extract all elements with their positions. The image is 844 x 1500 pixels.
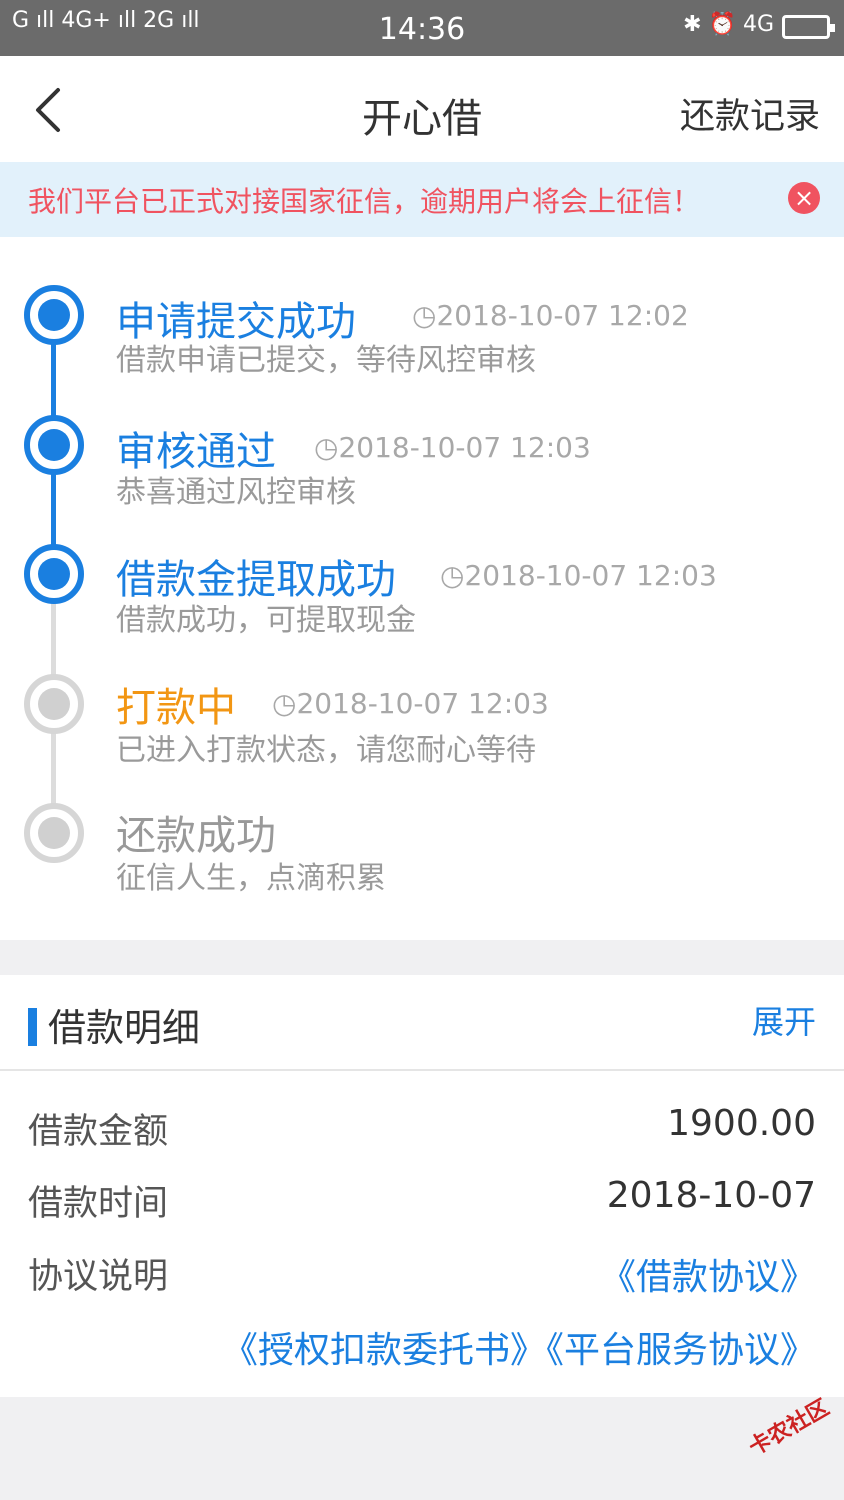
close-icon[interactable]: ×: [788, 182, 820, 214]
agreement-links: 《授权扣款委托书》《平台服务协议》: [222, 1321, 816, 1373]
step-node-pending: [24, 803, 84, 863]
row-label: 借款金额: [28, 1112, 169, 1152]
step-description: 已进入打款状态，请您耐心等待: [116, 733, 536, 768]
app-header: 开心借 还款记录: [0, 56, 844, 163]
loan-progress-timeline: 申请提交成功 ◷2018-10-07 12:02 借款申请已提交，等待风控审核 …: [0, 237, 844, 940]
step-description: 借款申请已提交，等待风控审核: [116, 343, 536, 378]
divider: [0, 1069, 844, 1071]
row-label: 借款时间: [28, 1184, 169, 1224]
step-description: 借款成功，可提取现金: [116, 603, 416, 638]
section-marker: [28, 1008, 37, 1046]
loan-details-card: 借款明细 展开 借款金额 1900.00 借款时间 2018-10-07 协议说…: [0, 975, 844, 1397]
step-time: ◷2018-10-07 12:03: [272, 687, 549, 720]
step-description: 征信人生，点滴积累: [116, 861, 386, 896]
platform-service-agreement-link[interactable]: 《平台服务协议》: [546, 1330, 816, 1371]
expand-link[interactable]: 展开: [752, 997, 816, 1043]
loan-amount: 1900.00: [667, 1103, 816, 1144]
notice-text: 我们平台已正式对接国家征信，逾期用户将会上征信！: [28, 185, 701, 218]
status-bar: G ıll 4G+ ıll 2G ıll 14:36 ✱ ⏰ 4G: [0, 0, 844, 56]
status-icons: ✱ ⏰ 4G: [683, 12, 774, 37]
loan-agreement-link[interactable]: 《借款协议》: [600, 1248, 816, 1300]
repayment-record-link[interactable]: 还款记录: [680, 88, 820, 139]
battery-icon: [782, 15, 835, 39]
notice-banner: 我们平台已正式对接国家征信，逾期用户将会上征信！: [0, 162, 844, 237]
step-node-pending: [24, 674, 84, 734]
section-title: 借款明细: [48, 1006, 201, 1050]
loan-date: 2018-10-07: [606, 1175, 816, 1216]
step-node-done: [24, 544, 84, 604]
row-label: 协议说明: [28, 1257, 169, 1297]
step-node-done: [24, 285, 84, 345]
step-time: ◷2018-10-07 12:02: [412, 299, 689, 332]
step-description: 恭喜通过风控审核: [116, 475, 356, 510]
step-node-done: [24, 415, 84, 475]
authorization-letter-link[interactable]: 《授权扣款委托书》: [222, 1330, 546, 1371]
step-time: ◷2018-10-07 12:03: [440, 559, 717, 592]
step-time: ◷2018-10-07 12:03: [314, 431, 591, 464]
watermark-logo: 卡农社区: [744, 1395, 834, 1461]
